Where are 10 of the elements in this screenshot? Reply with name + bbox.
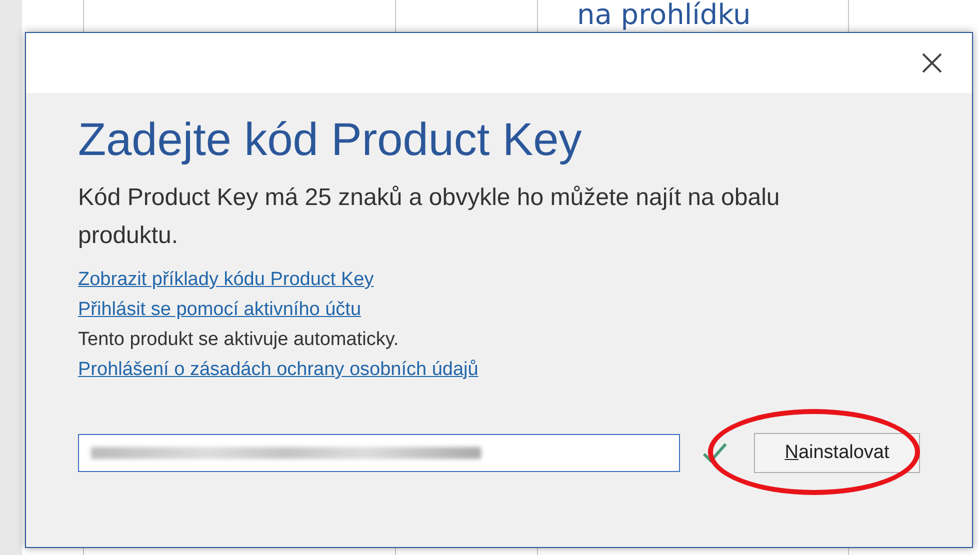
- link[interactable]: Prohlášení o zásadách ochrany osobních údajů: [78, 359, 478, 381]
- info-text: Tento produkt se aktivuje automaticky.: [78, 329, 399, 351]
- product-key-field[interactable]: [78, 434, 680, 472]
- document-text: na prohlídku: [577, 0, 751, 30]
- link[interactable]: Zobrazit příklady kódu Product Key: [78, 269, 374, 291]
- description-text: Kód Product Key má 25 znaků a obvykle ho můžete najít na obalu produktu.: [78, 183, 781, 251]
- dialog-title: Zadejte kód Product Key: [78, 112, 583, 167]
- link[interactable]: Přihlásit se pomocí aktivního účtu: [78, 299, 362, 321]
- install-button[interactable]: Nainstalovat: [754, 433, 920, 473]
- close-icon[interactable]: [922, 53, 942, 73]
